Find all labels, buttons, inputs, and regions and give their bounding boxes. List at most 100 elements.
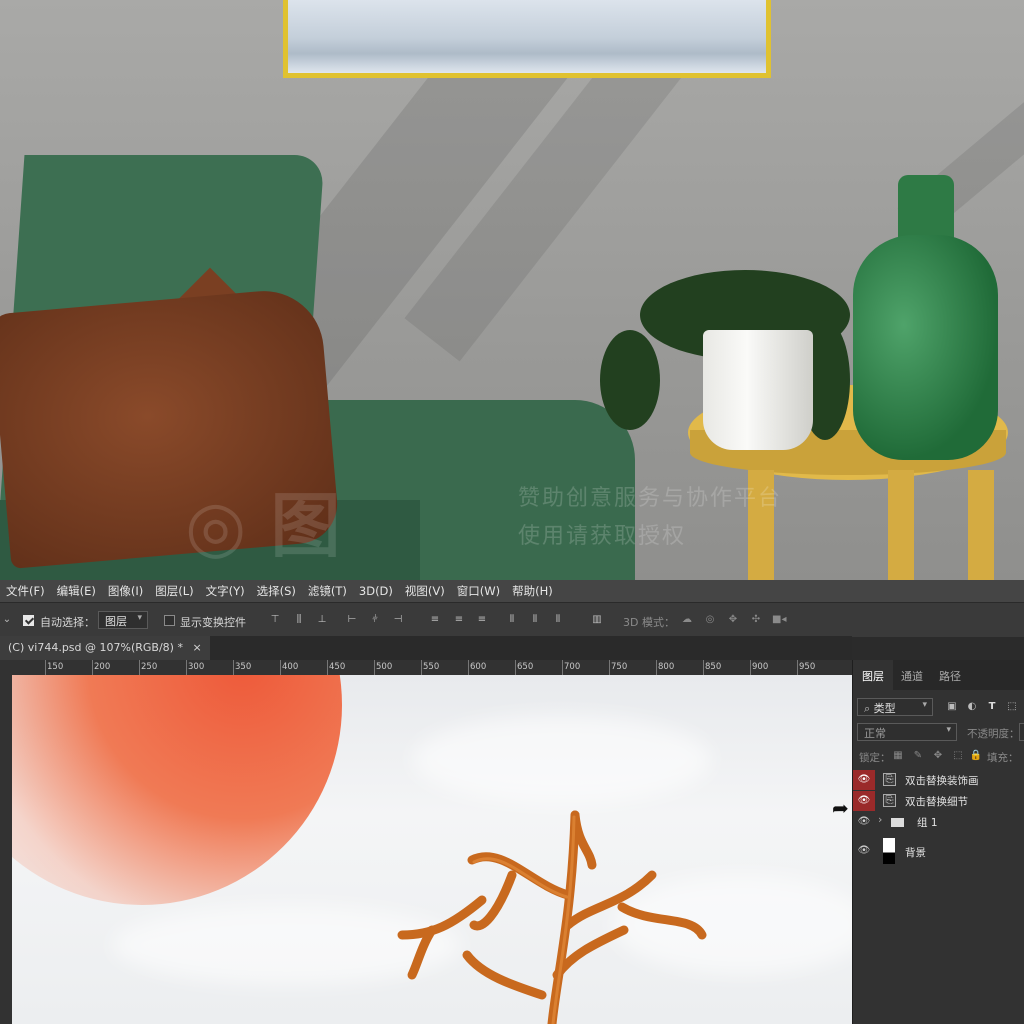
table-leg xyxy=(968,470,994,580)
layer-row[interactable]: 👁 ⎘ 双击替换细节 xyxy=(853,791,1024,811)
layer-name: 双击替换装饰画 xyxy=(905,775,979,787)
ruler-tick-label: 550 xyxy=(423,662,440,672)
chevron-right-icon[interactable]: › xyxy=(878,813,882,826)
ruler-tick xyxy=(374,660,375,675)
close-icon[interactable]: × xyxy=(192,641,201,654)
options-bar: ⌄ 自动选择： 图层 ▾ 显示变换控件 ⊤ ⫼ ⊥ ⊢ ⫩ ⊣ ≡ ≡ ≡ ⫴ … xyxy=(0,602,1024,637)
chevron-down-icon[interactable]: ⌄ xyxy=(0,614,14,626)
document-tab-bar: (C) vi744.psd @ 107%(RGB/8) * × xyxy=(0,636,852,660)
menu-select[interactable]: 选择(S) xyxy=(251,583,302,599)
watermark-line: 赞助创意服务与协作平台 xyxy=(518,486,783,511)
lock-all-icon[interactable]: 🔒 xyxy=(969,750,983,762)
ruler-tick-label: 750 xyxy=(611,662,628,672)
filter-pixel-icon[interactable]: ▣ xyxy=(945,701,959,713)
tab-channels[interactable]: 通道 xyxy=(901,668,923,684)
align-hcenter-icon[interactable]: ⫩ xyxy=(368,614,382,626)
layer-filter-dropdown[interactable]: ⌕ 类型 ▾ xyxy=(857,698,933,716)
ruler-tick xyxy=(468,660,469,675)
align-bottom-icon[interactable]: ⊥ xyxy=(315,614,329,626)
3d-rotate-icon[interactable]: ☁ xyxy=(680,614,694,626)
ruler-tick-label: 650 xyxy=(517,662,534,672)
3d-slide-icon[interactable]: ✣ xyxy=(749,614,763,626)
lock-artboard-icon[interactable]: ⬚ xyxy=(951,750,965,762)
smart-object-icon: ⎘ xyxy=(883,773,896,786)
lock-position-icon[interactable]: ✥ xyxy=(931,750,945,762)
distribute-top-icon[interactable]: ≡ xyxy=(428,614,442,626)
3d-drag-icon[interactable]: ✥ xyxy=(726,614,740,626)
ruler-tick xyxy=(656,660,657,675)
eye-icon[interactable]: 👁 xyxy=(853,770,875,790)
watermark: 赞助创意服务与协作平台 使用请获取授权 xyxy=(518,480,782,556)
show-transform-checkbox[interactable] xyxy=(164,615,175,626)
eye-icon[interactable]: 👁 xyxy=(853,791,875,811)
align-right-icon[interactable]: ⊣ xyxy=(391,614,405,626)
ruler-tick-label: 700 xyxy=(564,662,581,672)
menu-layer[interactable]: 图层(L) xyxy=(149,583,199,599)
filter-type-icon[interactable]: T xyxy=(985,701,999,713)
eye-icon[interactable]: 👁 xyxy=(853,812,875,832)
lock-image-icon[interactable]: ✎ xyxy=(911,750,925,762)
ruler-tick-label: 900 xyxy=(752,662,769,672)
filter-shape-icon[interactable]: ⬚ xyxy=(1005,701,1019,713)
distribute-vcenter-icon[interactable]: ≡ xyxy=(452,614,466,626)
menu-edit[interactable]: 编辑(E) xyxy=(51,583,102,599)
ruler-tick xyxy=(233,660,234,675)
layer-row[interactable]: 👁 ⎘ 双击替换装饰画 xyxy=(853,770,1024,790)
menu-window[interactable]: 窗口(W) xyxy=(451,583,506,599)
auto-align-icon[interactable]: ▥ xyxy=(590,614,604,626)
distribute-bottom-icon[interactable]: ≡ xyxy=(475,614,489,626)
distribute-hcenter-icon[interactable]: ⫴ xyxy=(528,614,542,626)
green-vase xyxy=(853,235,998,460)
tab-layers[interactable]: 图层 xyxy=(862,668,884,684)
ruler-tick-label: 450 xyxy=(329,662,346,672)
ruler-tick xyxy=(186,660,187,675)
distribute-right-icon[interactable]: ⫴ xyxy=(551,614,565,626)
ruler-tick xyxy=(609,660,610,675)
auto-select-checkbox[interactable] xyxy=(23,615,34,626)
menu-3d[interactable]: 3D(D) xyxy=(353,584,399,598)
chevron-down-icon: ▾ xyxy=(922,700,927,710)
lock-transparent-icon[interactable]: ▦ xyxy=(891,750,905,762)
3d-roll-icon[interactable]: ◎ xyxy=(703,614,717,626)
fill-label: 填充： xyxy=(987,752,1019,764)
document-canvas[interactable] xyxy=(12,675,852,1024)
layer-name: 双击替换细节 xyxy=(905,796,968,808)
layer-row[interactable]: 👁 › 组 1 xyxy=(853,812,1024,832)
watermark-line: 使用请获取授权 xyxy=(518,524,687,549)
align-top-icon[interactable]: ⊤ xyxy=(268,614,282,626)
align-vcenter-icon[interactable]: ⫼ xyxy=(292,614,306,626)
search-icon: ⌕ xyxy=(864,702,871,715)
tab-paths[interactable]: 路径 xyxy=(939,668,961,684)
distribute-left-icon[interactable]: ⫴ xyxy=(505,614,519,626)
eye-icon[interactable]: 👁 xyxy=(853,837,875,857)
ruler-tick xyxy=(139,660,140,675)
align-left-icon[interactable]: ⊢ xyxy=(345,614,359,626)
document-tab[interactable]: (C) vi744.psd @ 107%(RGB/8) * × xyxy=(0,636,210,660)
3d-scale-icon[interactable]: ■◂ xyxy=(772,614,786,626)
menu-help[interactable]: 帮助(H) xyxy=(506,583,559,599)
layer-row[interactable]: 👁 背景 xyxy=(853,837,1024,865)
layer-name: 组 1 xyxy=(917,817,938,829)
filter-adjustment-icon[interactable]: ◐ xyxy=(965,701,979,713)
menu-file[interactable]: 文件(F) xyxy=(0,583,51,599)
menu-type[interactable]: 文字(Y) xyxy=(200,583,251,599)
ruler-tick-label: 800 xyxy=(658,662,675,672)
ruler-tick xyxy=(327,660,328,675)
document-tab-label: (C) vi744.psd @ 107%(RGB/8) * xyxy=(8,641,183,654)
layer-filter-row: ⌕ 类型 ▾ ▣ ◐ T ⬚ xyxy=(853,696,1024,718)
menu-image[interactable]: 图像(I) xyxy=(102,583,149,599)
menu-filter[interactable]: 滤镜(T) xyxy=(302,583,353,599)
blend-row: 正常 ▾ 不透明度： xyxy=(853,721,1024,743)
blend-mode-dropdown[interactable]: 正常 ▾ xyxy=(857,723,957,741)
ruler-tick xyxy=(280,660,281,675)
antler-sculpture xyxy=(397,810,707,1024)
opacity-input[interactable] xyxy=(1019,723,1024,741)
ruler-tick xyxy=(750,660,751,675)
wall-art-frame xyxy=(283,0,771,78)
cursor-arrow-icon: ➦ xyxy=(832,796,849,820)
menu-view[interactable]: 视图(V) xyxy=(399,583,451,599)
ruler-tick-label: 200 xyxy=(94,662,111,672)
living-room-photo: ◎ 图 赞助创意服务与协作平台 使用请获取授权 xyxy=(0,0,1024,580)
auto-select-target-dropdown[interactable]: 图层 ▾ xyxy=(98,611,148,629)
ruler-tick-label: 300 xyxy=(188,662,205,672)
